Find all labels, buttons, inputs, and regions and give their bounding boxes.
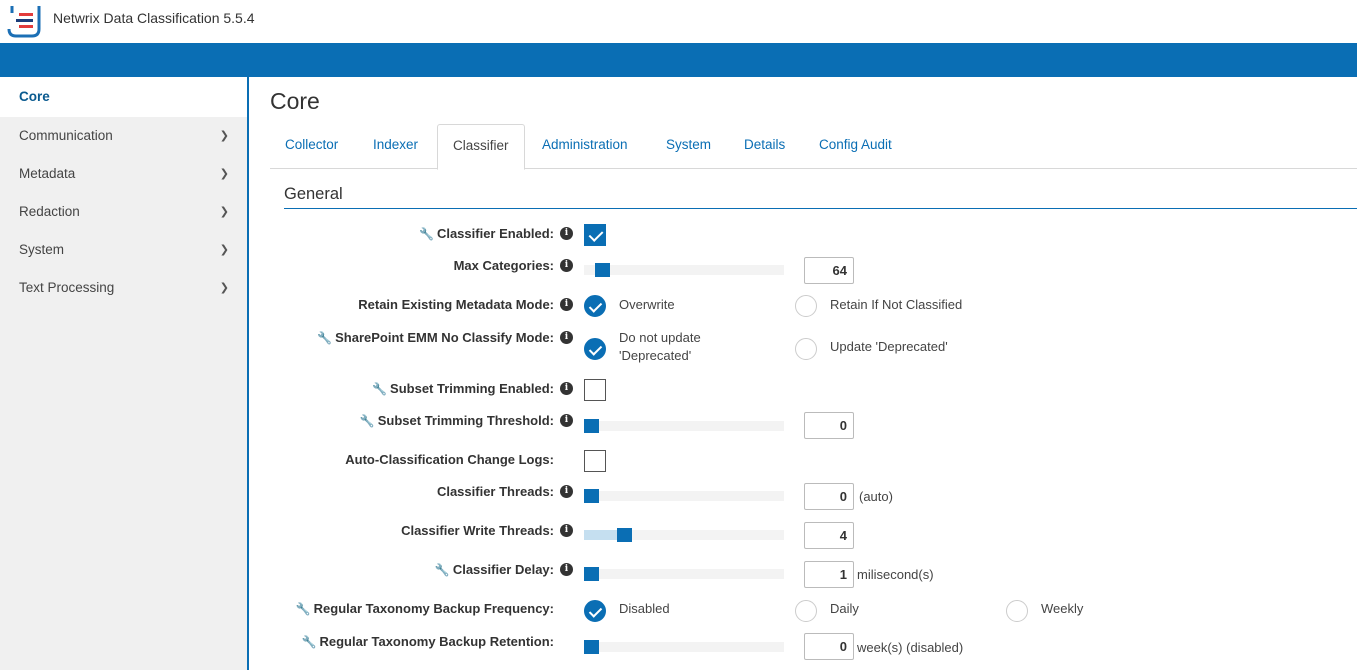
sidebar-item-label: System <box>19 242 65 257</box>
backup-daily-radio[interactable] <box>795 600 817 622</box>
update-deprecated-label: Update 'Deprecated' <box>830 339 948 354</box>
wrench-icon: 🔧 <box>434 563 450 577</box>
info-icon[interactable]: i <box>560 485 573 498</box>
chevron-down-icon: ❯ <box>219 168 229 180</box>
retain-metadata-label: Retain Existing Metadata Mode: <box>358 297 554 312</box>
tab-bar: Collector Indexer Classifier Administrat… <box>270 124 1357 170</box>
wrench-icon: 🔧 <box>419 227 434 241</box>
sharepoint-emm-label: 🔧 SharePoint EMM No Classify Mode: <box>317 330 554 345</box>
header-band <box>0 43 1357 77</box>
classifier-delay-slider[interactable] <box>584 567 784 581</box>
wrench-icon: 🔧 <box>359 414 375 428</box>
subset-trimming-threshold-label: 🔧 Subset Trimming Threshold: <box>359 413 554 428</box>
subset-trimming-enabled-checkbox[interactable] <box>584 379 606 401</box>
sidebar-item-communication[interactable]: Communication ❯ <box>0 117 247 155</box>
section-title: General <box>284 185 343 203</box>
tab-administration[interactable]: Administration <box>527 124 643 169</box>
classifier-threads-label: Classifier Threads: <box>436 484 554 499</box>
classifier-write-threads-label: Classifier Write Threads: <box>401 523 554 538</box>
classifier-threads-slider[interactable] <box>584 489 784 503</box>
sidebar-item-metadata[interactable]: Metadata ❯ <box>0 155 247 193</box>
update-deprecated-radio[interactable] <box>795 338 817 360</box>
page-title: Core <box>270 88 320 114</box>
auto-classification-logs-checkbox[interactable] <box>584 450 606 472</box>
slider-thumb[interactable] <box>617 528 632 542</box>
chevron-down-icon: ❯ <box>219 206 229 218</box>
classifier-enabled-checkbox[interactable] <box>584 224 606 246</box>
tab-system[interactable]: System <box>651 124 726 169</box>
info-icon[interactable]: i <box>560 259 573 272</box>
sidebar-item-label: Core <box>19 89 50 104</box>
sidebar-item-system[interactable]: System ❯ <box>0 231 247 269</box>
subset-trimming-enabled-label: 🔧 Subset Trimming Enabled: <box>372 381 554 396</box>
tab-config-audit[interactable]: Config Audit <box>804 124 907 169</box>
sidebar-item-text-processing[interactable]: Text Processing ❯ <box>0 269 247 307</box>
subset-trimming-threshold-slider[interactable] <box>584 419 784 433</box>
info-icon[interactable]: i <box>560 298 573 311</box>
backup-weekly-radio[interactable] <box>1006 600 1028 622</box>
backup-daily-label: Daily <box>830 601 859 616</box>
tab-classifier[interactable]: Classifier <box>437 124 525 170</box>
max-categories-input[interactable]: 64 <box>804 257 854 284</box>
chevron-down-icon: ❯ <box>219 130 229 142</box>
sidebar-item-redaction[interactable]: Redaction ❯ <box>0 193 247 231</box>
classifier-delay-input[interactable]: 1 <box>804 561 854 588</box>
retain-if-not-classified-radio[interactable] <box>795 295 817 317</box>
max-categories-label: Max Categories: <box>453 258 554 273</box>
auto-classification-logs-label: Auto-Classification Change Logs: <box>345 452 554 467</box>
info-icon[interactable]: i <box>560 414 573 427</box>
chevron-down-icon: ❯ <box>219 282 229 294</box>
slider-thumb[interactable] <box>584 419 599 433</box>
overwrite-label: Overwrite <box>619 297 675 312</box>
do-not-update-deprecated-radio[interactable] <box>584 338 606 360</box>
backup-retention-input[interactable]: 0 <box>804 633 854 660</box>
wrench-icon: 🔧 <box>317 331 333 345</box>
info-icon[interactable]: i <box>560 563 573 576</box>
sidebar-item-label: Redaction <box>19 204 80 219</box>
info-icon[interactable]: i <box>560 524 573 537</box>
tab-indexer[interactable]: Indexer <box>358 124 433 169</box>
slider-thumb[interactable] <box>584 640 599 654</box>
backup-retention-suffix: week(s) (disabled) <box>857 640 964 655</box>
overwrite-radio[interactable] <box>584 295 606 317</box>
wrench-icon: 🔧 <box>372 382 388 396</box>
classifier-enabled-label: 🔧 Classifier Enabled: <box>419 226 554 241</box>
do-not-update-deprecated-label: Do not update 'Deprecated' <box>619 330 701 363</box>
retain-if-not-classified-label: Retain If Not Classified <box>830 297 963 312</box>
title-bar: Netwrix Data Classification 5.5.4 <box>0 0 1357 43</box>
sidebar-item-label: Metadata <box>19 166 76 181</box>
info-icon[interactable]: i <box>560 382 573 395</box>
sidebar-item-label: Communication <box>19 128 113 143</box>
wrench-icon: 🔧 <box>301 635 317 649</box>
section-divider <box>284 208 1357 209</box>
wrench-icon: 🔧 <box>295 602 311 616</box>
backup-retention-label: 🔧 Regular Taxonomy Backup Retention: <box>301 634 554 649</box>
backup-disabled-radio[interactable] <box>584 600 606 622</box>
classifier-threads-suffix: (auto) <box>859 489 893 504</box>
tab-collector[interactable]: Collector <box>270 124 353 169</box>
backup-disabled-label: Disabled <box>619 601 670 616</box>
sidebar-item-label: Text Processing <box>19 280 115 295</box>
sidebar: Core Communication ❯ Metadata ❯ Redaction ❯… <box>0 77 249 670</box>
netwrix-logo-icon <box>7 6 41 38</box>
classifier-write-threads-slider[interactable] <box>584 528 784 542</box>
tab-details[interactable]: Details <box>729 124 800 169</box>
slider-thumb[interactable] <box>584 489 599 503</box>
chevron-down-icon: ❯ <box>219 244 229 256</box>
backup-retention-slider[interactable] <box>584 640 784 654</box>
subset-trimming-threshold-input[interactable]: 0 <box>804 412 854 439</box>
slider-thumb[interactable] <box>584 567 599 581</box>
info-icon[interactable]: i <box>560 227 573 240</box>
app-title: Netwrix Data Classification 5.5.4 <box>53 10 255 26</box>
classifier-delay-suffix: milisecond(s) <box>857 567 934 582</box>
sidebar-item-core[interactable]: Core <box>0 77 247 117</box>
slider-thumb[interactable] <box>595 263 610 277</box>
classifier-write-threads-input[interactable]: 4 <box>804 522 854 549</box>
backup-weekly-label: Weekly <box>1041 601 1084 616</box>
backup-frequency-label: 🔧 Regular Taxonomy Backup Frequency: <box>295 601 554 616</box>
classifier-delay-label: 🔧 Classifier Delay: <box>434 562 554 577</box>
info-icon[interactable]: i <box>560 331 573 344</box>
classifier-threads-input[interactable]: 0 <box>804 483 854 510</box>
max-categories-slider[interactable] <box>584 263 784 277</box>
